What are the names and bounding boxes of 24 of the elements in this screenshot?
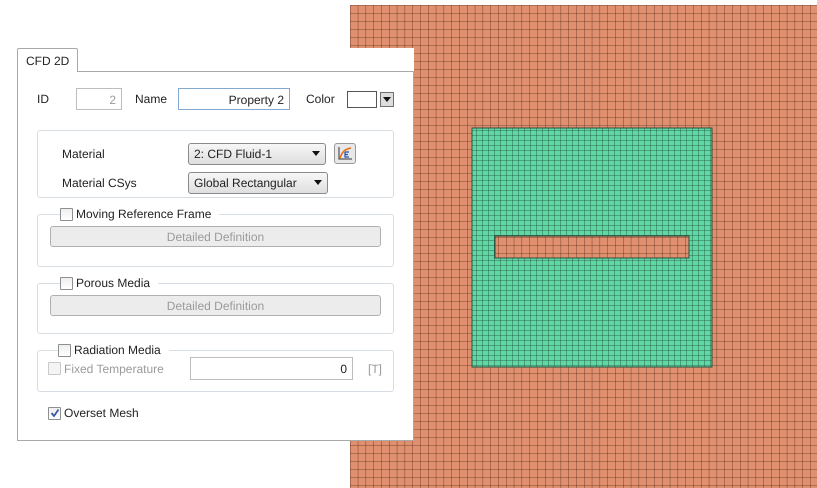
caret-icon (312, 151, 320, 156)
csys-dropdown[interactable]: Global Rectangular (188, 172, 328, 194)
overset-mesh-label: Overset Mesh (64, 405, 139, 422)
name-field[interactable]: Property 2 (178, 88, 290, 110)
color-swatch[interactable] (346, 90, 377, 108)
dropdown-button[interactable] (380, 92, 394, 106)
material-editor-button[interactable] (334, 143, 356, 164)
caret-icon (382, 96, 391, 102)
material-label: Material (62, 146, 106, 162)
tab[interactable]: CFD 2D (17, 48, 78, 72)
id-label: ID (37, 91, 49, 108)
material-dropdown[interactable]: 2: CFD Fluid-1 (188, 142, 326, 164)
name-label: Name (135, 91, 168, 108)
chart-icon (337, 146, 353, 161)
checkbox[interactable] (58, 344, 71, 356)
unit-label: [T] (368, 360, 382, 378)
fixed-temperature-label: Fixed Temperature (64, 360, 165, 378)
group-label: Porous Media (76, 276, 150, 290)
color-label: Color (306, 91, 335, 108)
csys-label: Material CSys (62, 174, 138, 192)
group-label: Moving Reference Frame (76, 207, 212, 221)
checkbox[interactable] (48, 406, 61, 420)
caret-icon (314, 180, 322, 185)
group-label: Radiation Media (74, 343, 161, 357)
